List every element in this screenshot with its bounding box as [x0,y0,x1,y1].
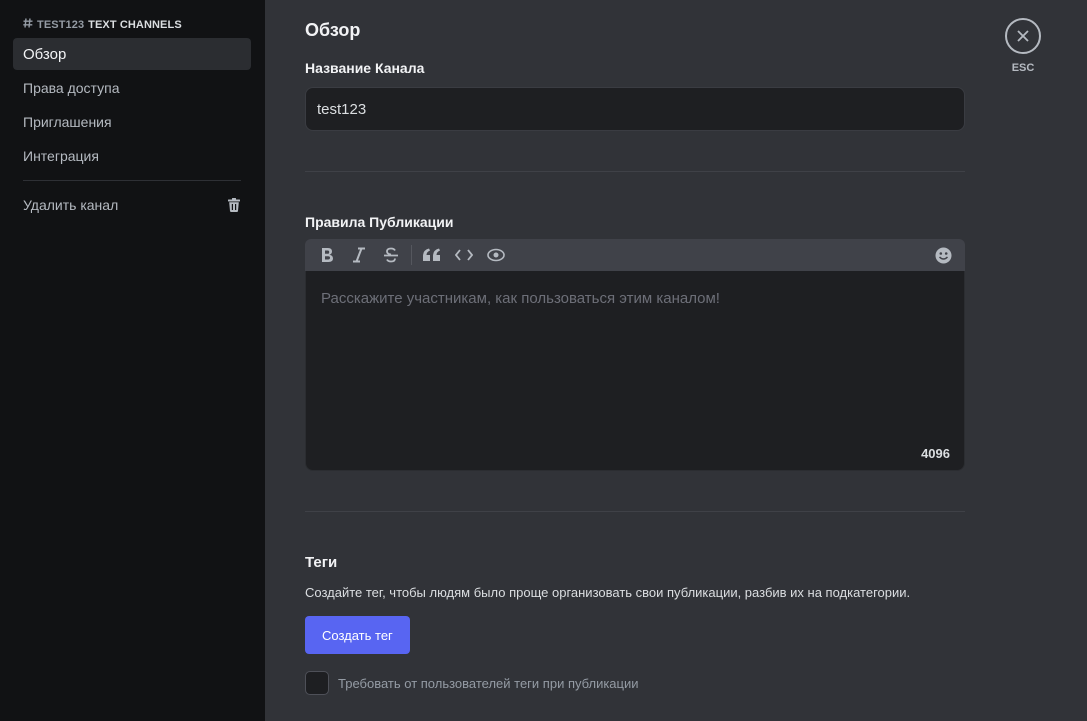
require-tags-row: Требовать от пользователей теги при публ… [305,671,965,695]
formatting-toolbar [305,239,965,271]
tags-description: Создайте тег, чтобы людям было проще орг… [305,585,911,600]
emoji-icon[interactable] [927,239,959,271]
sidebar-divider [23,180,241,181]
quote-icon[interactable] [416,239,448,271]
tags-title: Теги [305,554,338,571]
trash-icon [227,197,241,213]
character-counter: 4096 [921,446,950,461]
settings-app: test123 TEXT CHANNELS Обзор Права доступ… [0,0,1087,721]
close-icon [1017,30,1029,42]
settings-form: Обзор Название Канала test123 Правила Пу… [305,20,965,695]
main-content: Обзор Название Канала test123 Правила Пу… [265,0,1087,721]
create-tag-button[interactable]: Создать тег [305,616,410,654]
close-button[interactable] [1005,18,1041,54]
server-name: test123 [37,18,85,31]
sidebar: test123 TEXT CHANNELS Обзор Права доступ… [0,0,265,721]
sidebar-item-overview[interactable]: Обзор [13,38,251,70]
channel-name-value: test123 [317,100,367,118]
eye-icon[interactable] [480,239,512,271]
category-name: TEXT CHANNELS [88,18,182,31]
bold-icon[interactable] [311,239,343,271]
delete-channel-label: Удалить канал [23,197,119,213]
sidebar-item-permissions[interactable]: Права доступа [13,72,251,104]
strikethrough-icon[interactable] [375,239,407,271]
code-icon[interactable] [448,239,480,271]
page-title: Обзор [305,20,361,40]
close-settings: ESC [1005,18,1041,74]
guidelines-placeholder: Расскажите участникам, как пользоваться … [321,290,720,307]
channel-name-input[interactable]: test123 [305,87,965,131]
sidebar-item-invites[interactable]: Приглашения [13,106,251,138]
sidebar-item-label: Права доступа [23,80,120,96]
esc-label: ESC [1011,62,1035,74]
require-tags-checkbox[interactable] [305,671,329,695]
sidebar-item-integrations[interactable]: Интеграция [13,140,251,172]
guidelines-textarea[interactable]: Расскажите участникам, как пользоваться … [305,271,965,471]
sidebar-item-label: Обзор [23,45,67,63]
channel-hash-icon [23,18,33,31]
delete-channel-button[interactable]: Удалить канал [13,189,251,221]
sidebar-item-label: Приглашения [23,114,112,130]
require-tags-label: Требовать от пользователей теги при публ… [338,675,639,691]
italic-icon[interactable] [343,239,375,271]
toolbar-separator [411,245,412,265]
sidebar-item-label: Интеграция [23,148,99,164]
channel-name-label: Название Канала [305,60,425,76]
sidebar-header: test123 TEXT CHANNELS [23,18,251,31]
guidelines-label: Правила Публикации [305,214,454,230]
